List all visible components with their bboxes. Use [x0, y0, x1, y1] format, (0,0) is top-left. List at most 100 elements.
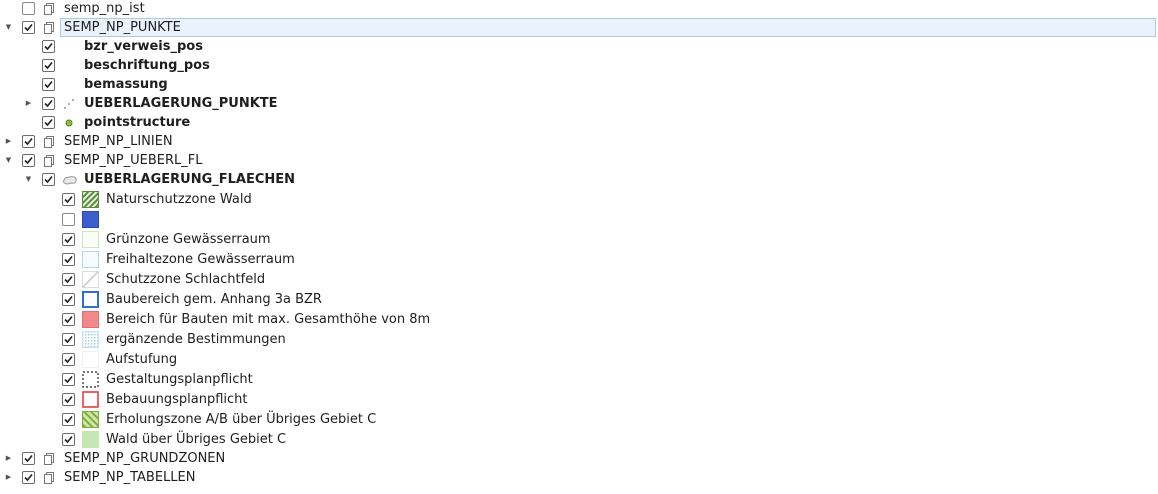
tree-row-ueberlagerung-flaechen[interactable]: ▼ UEBERLAGERUNG_FLAECHEN — [0, 170, 1158, 189]
class-visibility-checkbox[interactable] — [62, 413, 75, 426]
legend-class-row[interactable]: Aufstufung — [0, 350, 1158, 369]
layer-label: UEBERLAGERUNG_FLAECHEN — [84, 172, 296, 187]
polygon-layer-icon — [62, 175, 77, 184]
class-label: Erholungszone A/B über Übriges Gebiet C — [106, 412, 377, 427]
visibility-checkbox[interactable] — [22, 452, 35, 465]
group-layers-icon — [44, 452, 54, 465]
group-label: SEMP_NP_GRUNDZONEN — [64, 451, 226, 466]
layer-label: pointstructure — [84, 115, 191, 130]
tree-row-bemassung[interactable]: bemassung — [0, 75, 1158, 94]
group-layers-icon — [44, 135, 54, 148]
expand-arrow-icon[interactable]: ▶ — [4, 454, 13, 463]
class-visibility-checkbox[interactable] — [62, 213, 75, 226]
tree-row-beschriftung-pos[interactable]: beschriftung_pos — [0, 56, 1158, 75]
visibility-checkbox[interactable] — [42, 59, 55, 72]
class-label: Aufstufung — [106, 352, 178, 367]
dashed-outline-symbol — [82, 371, 99, 388]
tree-row-semp-np-grundzonen[interactable]: ▶ SEMP_NP_GRUNDZONEN — [0, 449, 1158, 468]
visibility-checkbox[interactable] — [42, 116, 55, 129]
green-fill-symbol — [82, 431, 99, 448]
visibility-checkbox[interactable] — [22, 471, 35, 484]
layer-label: UEBERLAGERUNG_PUNKTE — [84, 96, 278, 111]
group-label: SEMP_NP_TABELLEN — [64, 470, 196, 485]
legend-class-row[interactable]: Naturschutzzone Wald — [0, 190, 1158, 209]
tree-row-ueberlagerung-punkte[interactable]: ▶ UEBERLAGERUNG_PUNKTE — [0, 94, 1158, 113]
class-label: Wald über Übriges Gebiet C — [106, 432, 287, 447]
class-visibility-checkbox[interactable] — [62, 373, 75, 386]
group-layers-icon — [44, 2, 54, 15]
tree-row-semp-np-ueberl-fl[interactable]: ▼ SEMP_NP_UEBERL_FL — [0, 151, 1158, 170]
group-layers-icon — [44, 21, 54, 34]
class-visibility-checkbox[interactable] — [62, 193, 75, 206]
dotted-blue-symbol — [82, 331, 99, 348]
tree-row-semp-np-punkte[interactable]: ▼ SEMP_NP_PUNKTE — [0, 18, 1158, 37]
legend-class-row[interactable]: Wald über Übriges Gebiet C — [0, 430, 1158, 449]
legend-class-row[interactable]: Schutzzone Schlachtfeld — [0, 270, 1158, 289]
legend-class-row[interactable]: Bereich für Bauten mit max. Gesamthöhe v… — [0, 310, 1158, 329]
legend-class-row[interactable]: Freihaltezone Gewässerraum — [0, 250, 1158, 269]
legend-class-row[interactable]: Grünzone Gewässerraum — [0, 230, 1158, 249]
class-visibility-checkbox[interactable] — [62, 333, 75, 346]
class-label: Bebauungsplanpflicht — [106, 392, 248, 407]
visibility-checkbox[interactable] — [22, 135, 35, 148]
blue-fill-symbol — [82, 211, 99, 228]
class-visibility-checkbox[interactable] — [62, 293, 75, 306]
layer-label: bzr_verweis_pos — [84, 39, 203, 54]
visibility-checkbox[interactable] — [22, 21, 35, 34]
class-label: Freihaltezone Gewässerraum — [106, 252, 295, 267]
visibility-checkbox[interactable] — [22, 154, 35, 167]
tree-row-semp-np-tabellen[interactable]: ▶ SEMP_NP_TABELLEN — [0, 468, 1158, 487]
point-symbol-icon — [65, 119, 73, 126]
expand-arrow-icon[interactable]: ▶ — [4, 137, 13, 146]
visibility-checkbox[interactable] — [42, 78, 55, 91]
class-label: Schutzzone Schlachtfeld — [106, 272, 266, 287]
legend-class-row[interactable]: ergänzende Bestimmungen — [0, 330, 1158, 349]
legend-class-row[interactable]: Baubereich gem. Anhang 3a BZR — [0, 290, 1158, 309]
tree-row-semp-np-ist[interactable]: semp_np_ist — [0, 0, 1158, 18]
expand-arrow-icon[interactable]: ▶ — [4, 473, 13, 482]
light-blue-outline-symbol — [82, 251, 99, 268]
empty-symbol — [82, 351, 99, 368]
class-label: Naturschutzzone Wald — [106, 192, 252, 207]
pink-fill-symbol — [82, 311, 99, 328]
expand-arrow-icon[interactable]: ▶ — [24, 99, 33, 108]
class-visibility-checkbox[interactable] — [62, 353, 75, 366]
legend-class-row[interactable] — [0, 210, 1158, 229]
tree-row-bzr-verweis-pos[interactable]: bzr_verweis_pos — [0, 37, 1158, 56]
class-label: Bereich für Bauten mit max. Gesamthöhe v… — [106, 312, 431, 327]
class-visibility-checkbox[interactable] — [62, 253, 75, 266]
class-visibility-checkbox[interactable] — [62, 313, 75, 326]
collapse-arrow-icon[interactable]: ▼ — [24, 175, 33, 184]
group-label: SEMP_NP_UEBERL_FL — [64, 153, 203, 168]
hatched-green-symbol — [82, 191, 99, 208]
blue-outline-symbol — [82, 291, 99, 308]
visibility-checkbox[interactable] — [42, 40, 55, 53]
collapse-arrow-icon[interactable]: ▼ — [4, 156, 13, 165]
group-label: SEMP_NP_PUNKTE — [64, 20, 181, 35]
layer-label: bemassung — [84, 77, 168, 92]
class-label: Grünzone Gewässerraum — [106, 232, 271, 247]
class-visibility-checkbox[interactable] — [62, 273, 75, 286]
legend-class-row[interactable]: Gestaltungsplanpflicht — [0, 370, 1158, 389]
legend-class-row[interactable]: Bebauungsplanpflicht — [0, 390, 1158, 409]
class-visibility-checkbox[interactable] — [62, 233, 75, 246]
diagonal-line-symbol — [82, 271, 99, 288]
point-layer-icon — [64, 98, 74, 109]
group-label: SEMP_NP_LINIEN — [64, 134, 173, 149]
tree-row-pointstructure[interactable]: pointstructure — [0, 113, 1158, 132]
tree-row-semp-np-linien[interactable]: ▶ SEMP_NP_LINIEN — [0, 132, 1158, 151]
class-visibility-checkbox[interactable] — [62, 433, 75, 446]
class-visibility-checkbox[interactable] — [62, 393, 75, 406]
class-label: ergänzende Bestimmungen — [106, 332, 286, 347]
layer-label: beschriftung_pos — [84, 58, 210, 73]
visibility-checkbox[interactable] — [42, 173, 55, 186]
group-layers-icon — [44, 154, 54, 167]
group-layers-icon — [44, 471, 54, 484]
visibility-checkbox[interactable] — [42, 97, 55, 110]
visibility-checkbox[interactable] — [22, 2, 35, 15]
layer-label: semp_np_ist — [64, 1, 145, 16]
collapse-arrow-icon[interactable]: ▼ — [4, 23, 13, 32]
light-green-outline-symbol — [82, 231, 99, 248]
legend-class-row[interactable]: Erholungszone A/B über Übriges Gebiet C — [0, 410, 1158, 429]
striped-green-symbol — [82, 411, 99, 428]
